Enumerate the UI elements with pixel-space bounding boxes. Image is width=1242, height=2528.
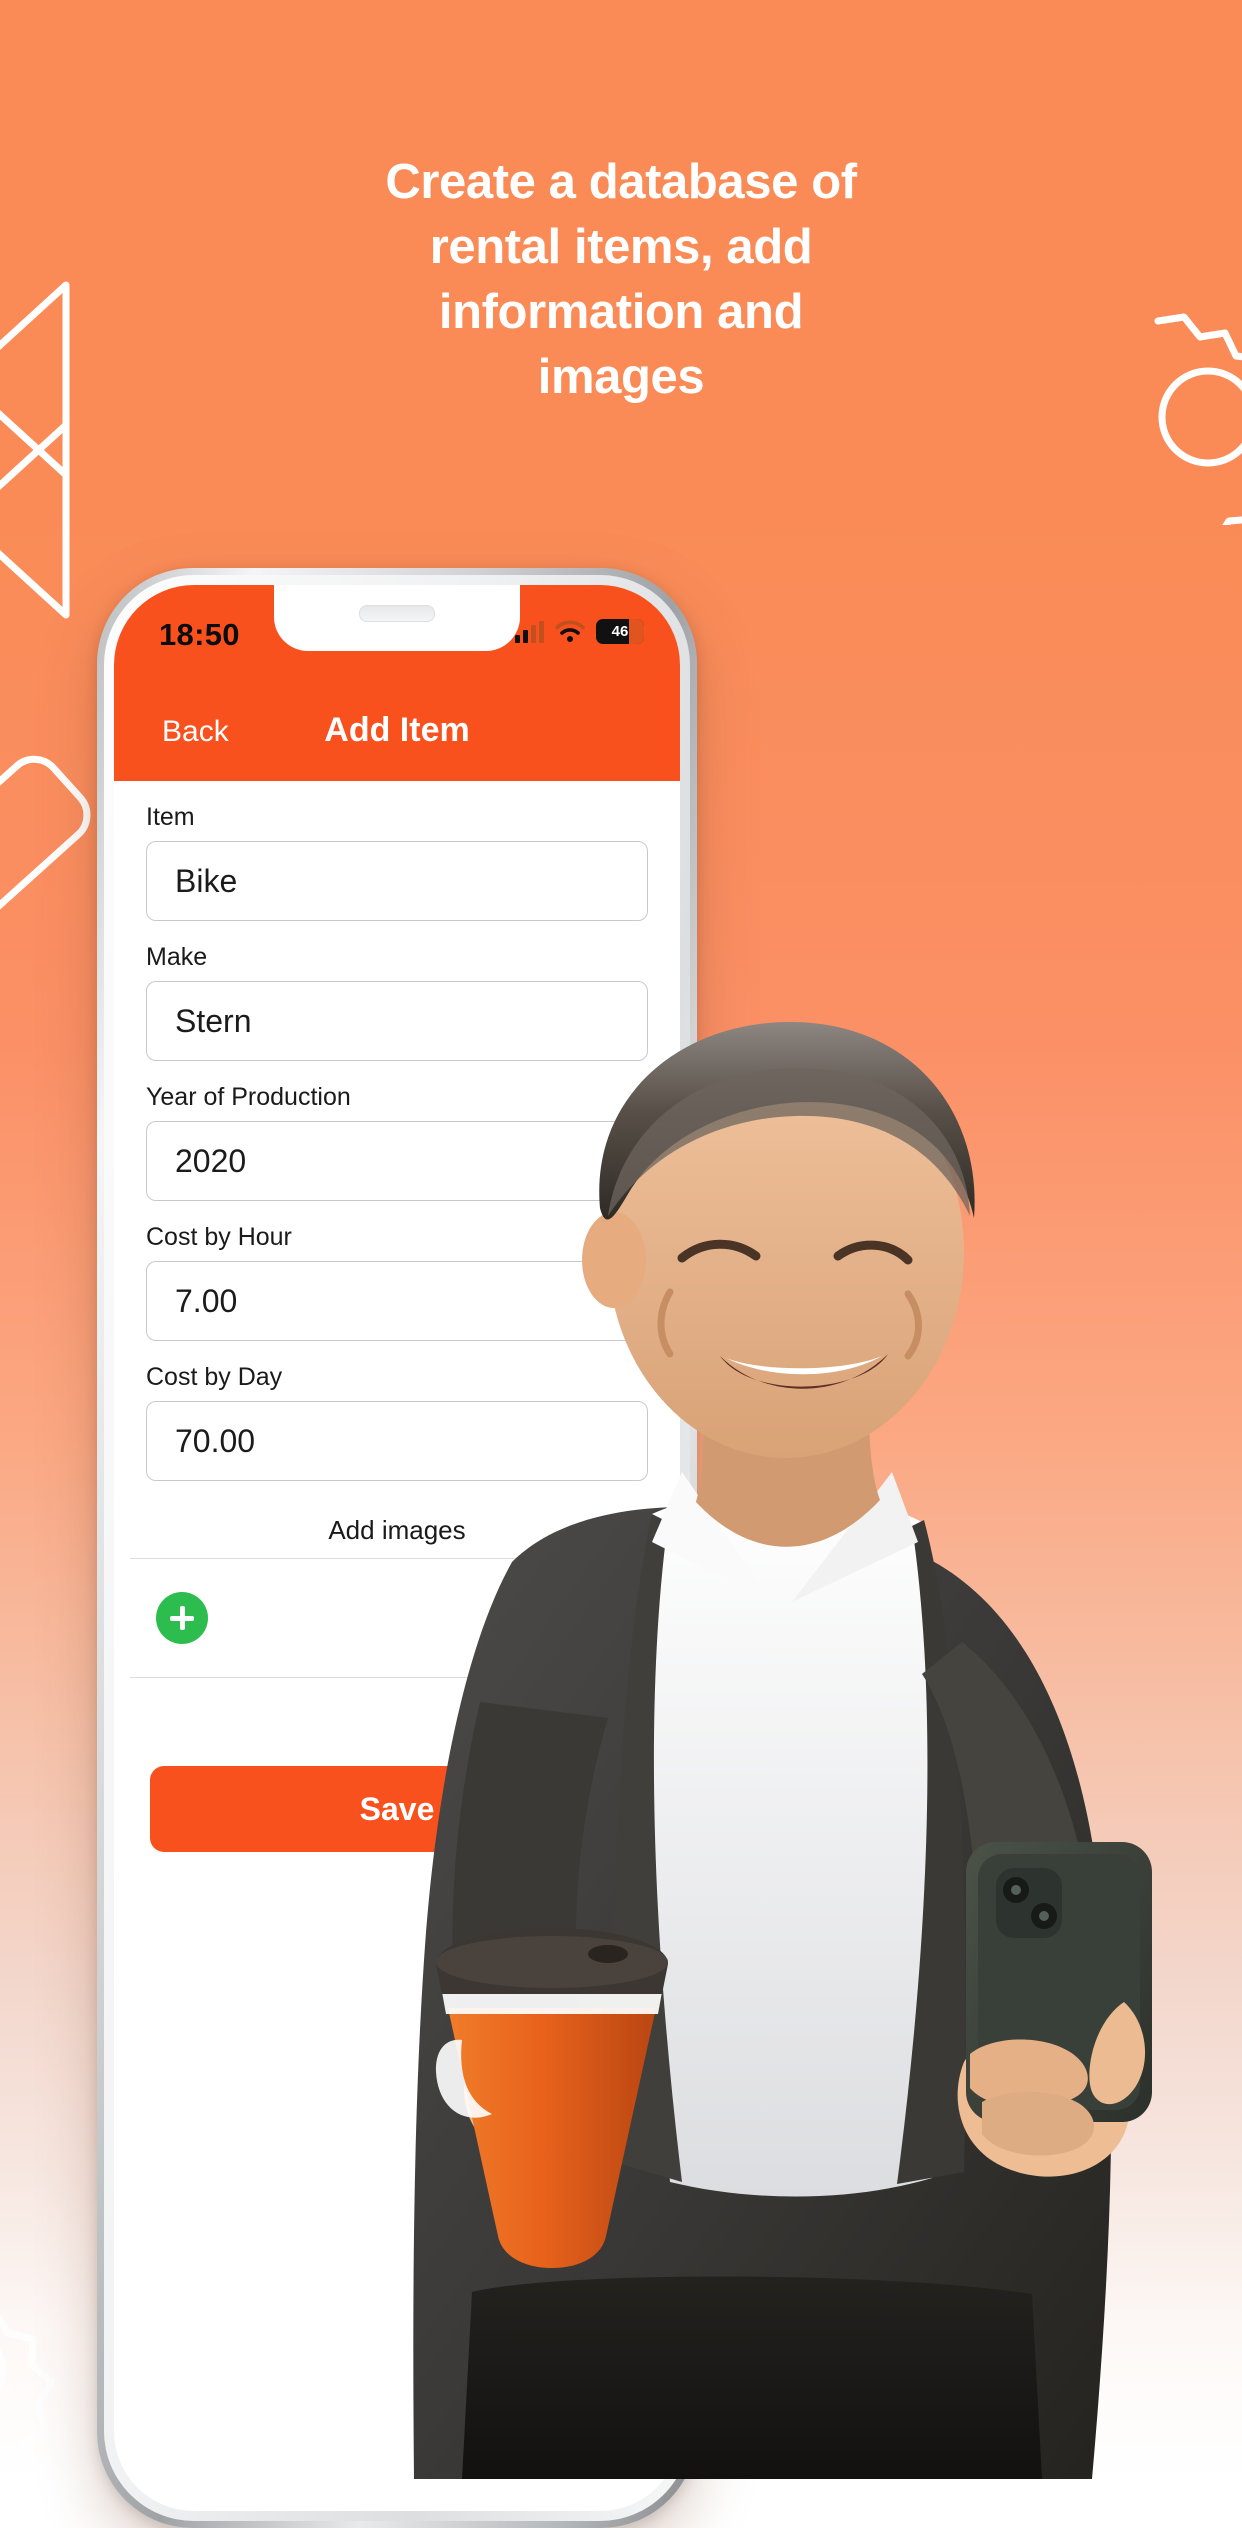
status-indicators: 46 <box>515 619 644 644</box>
battery-level: 46 <box>611 623 629 640</box>
phone-notch <box>274 585 520 651</box>
field-year-of-production: Year of Production 2020 <box>114 1083 680 1201</box>
add-images-label: Add images <box>328 1515 466 1545</box>
nav-bar: Back Add Item <box>114 691 680 781</box>
field-cost-by-day: Cost by Day 70.00 <box>114 1363 680 1481</box>
add-item-form: Item Bike Make Stern Year of Production … <box>114 781 680 2511</box>
item-input[interactable]: Bike <box>146 841 648 921</box>
page-title: Add Item <box>324 711 470 749</box>
wifi-icon <box>555 620 585 642</box>
promo-headline: Create a database of rental items, add i… <box>385 155 857 404</box>
save-button[interactable]: Save <box>150 1766 644 1852</box>
save-button-wrap: Save <box>114 1678 680 1852</box>
field-label: Item <box>146 803 195 831</box>
year-input[interactable]: 2020 <box>146 1121 648 1201</box>
field-label: Cost by Day <box>146 1363 283 1391</box>
field-make: Make Stern <box>114 943 680 1061</box>
field-label: Year of Production <box>146 1083 351 1111</box>
field-cost-by-hour: Cost by Hour 7.00 <box>114 1223 680 1341</box>
add-image-button[interactable] <box>156 1592 208 1644</box>
earpiece-speaker-icon <box>359 605 435 622</box>
signal-bars-icon <box>515 620 544 643</box>
phone-mockup: 18:50 46 Back Add Item Item Bike Make St… <box>97 568 697 2528</box>
status-bar: 18:50 46 <box>114 585 680 691</box>
make-input[interactable]: Stern <box>146 981 648 1061</box>
cost-by-day-input[interactable]: 70.00 <box>146 1401 648 1481</box>
field-label: Cost by Hour <box>146 1223 292 1251</box>
field-item: Item Bike <box>114 803 680 921</box>
image-thumbs-row <box>114 1559 680 1677</box>
battery-icon: 46 <box>596 619 644 644</box>
cost-by-hour-input[interactable]: 7.00 <box>146 1261 648 1341</box>
status-time: 18:50 <box>159 617 240 652</box>
phone-screen: 18:50 46 Back Add Item Item Bike Make St… <box>114 585 680 2511</box>
field-label: Make <box>146 943 208 971</box>
